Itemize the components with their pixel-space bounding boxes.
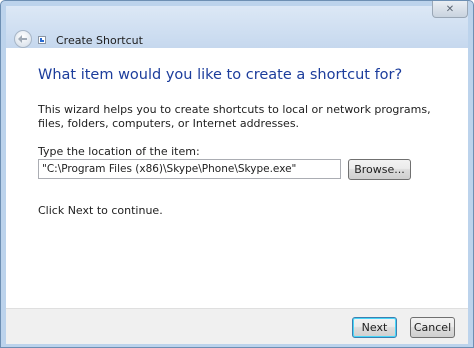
cancel-button[interactable]: Cancel (410, 317, 455, 338)
back-arrow-icon[interactable] (14, 30, 32, 48)
shortcut-icon (38, 36, 46, 44)
create-shortcut-dialog: Create Shortcut ✕ What item would you li… (0, 0, 474, 348)
close-button[interactable]: ✕ (432, 1, 468, 18)
close-icon: ✕ (445, 3, 455, 15)
page-heading: What item would you like to create a sho… (38, 67, 403, 83)
browse-button[interactable]: Browse... (348, 159, 411, 180)
button-bar: Next Cancel (6, 308, 468, 344)
next-button[interactable]: Next (352, 317, 397, 338)
location-input[interactable] (38, 159, 341, 179)
wizard-content: What item would you like to create a sho… (6, 48, 468, 308)
window-title: Create Shortcut (56, 34, 143, 47)
title-bar: Create Shortcut (6, 6, 468, 48)
wizard-description: This wizard helps you to create shortcut… (38, 103, 431, 130)
location-label: Type the location of the item: (38, 145, 200, 158)
continue-hint: Click Next to continue. (38, 204, 163, 217)
